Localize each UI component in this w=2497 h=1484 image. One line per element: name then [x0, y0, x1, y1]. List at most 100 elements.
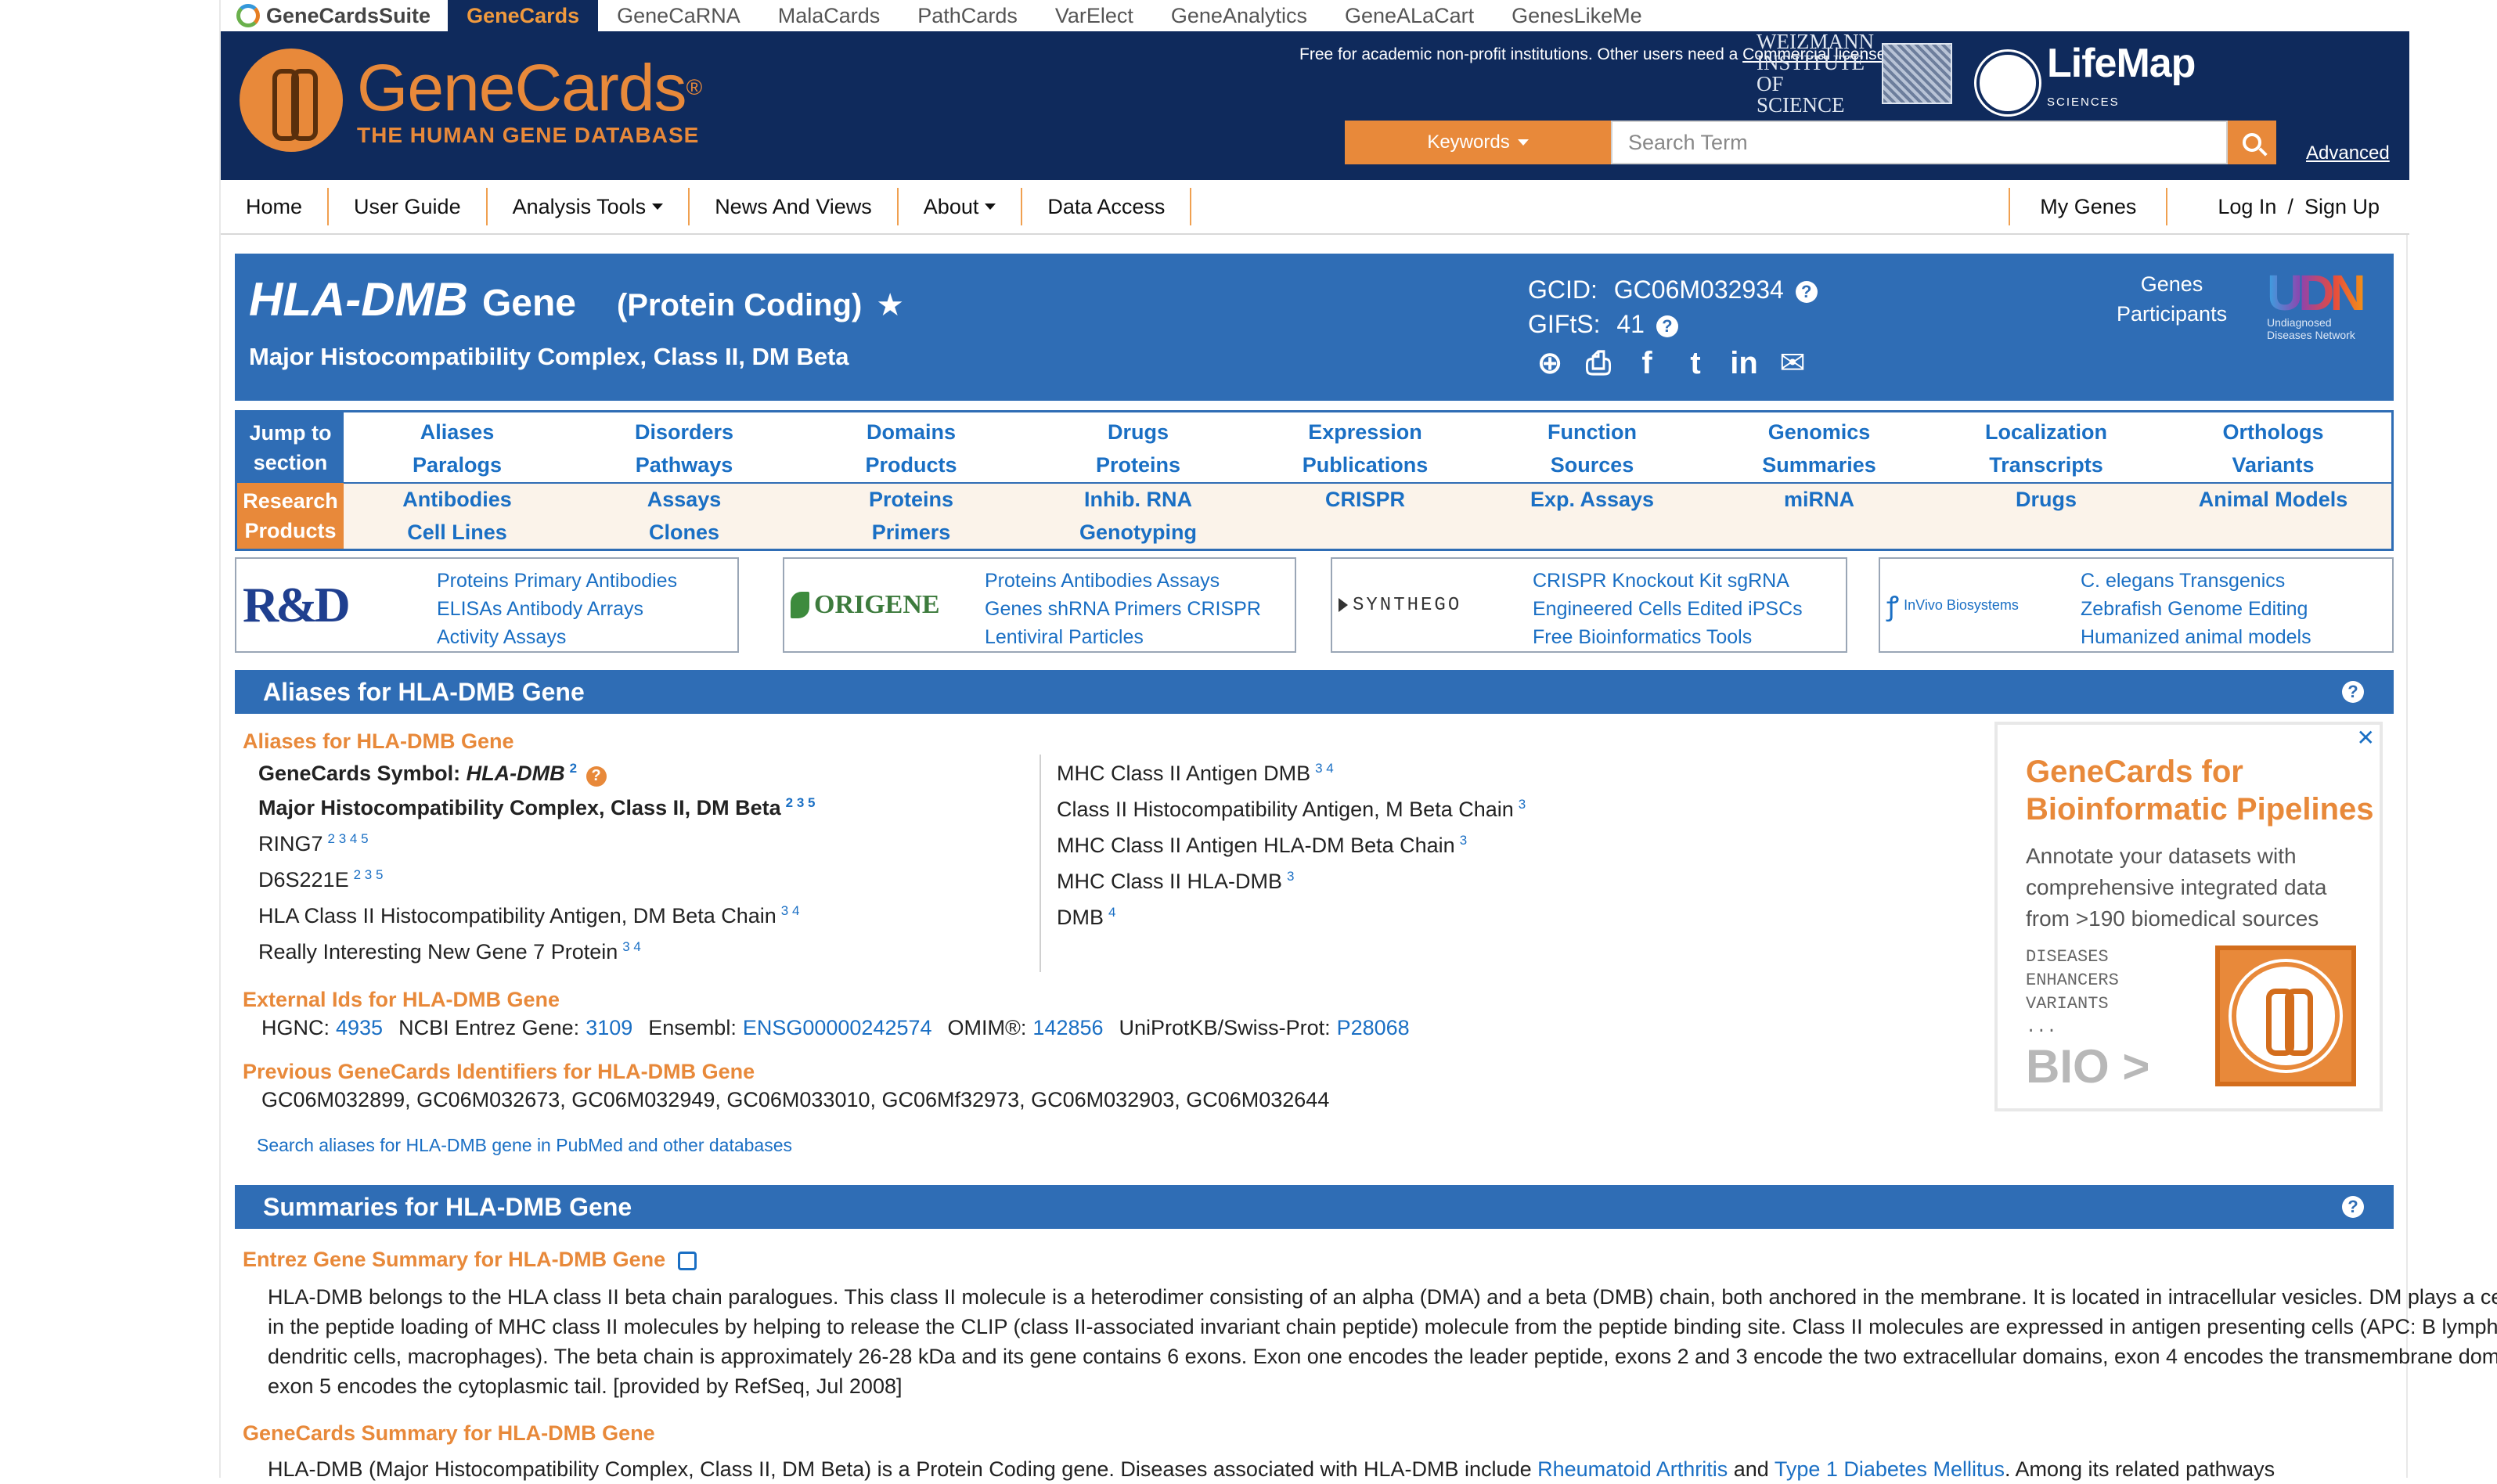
lifemap-logo[interactable]: LifeMap SCIENCES	[1974, 43, 2196, 122]
alias-refs[interactable]: 3	[1460, 833, 1467, 848]
jump-section-link[interactable]: Paralogs	[344, 448, 571, 481]
vendor-link[interactable]: CRISPR Knockout Kit sgRNA	[1533, 567, 1803, 595]
vendor-synthego[interactable]: SYNTHEGO CRISPR Knockout Kit sgRNA Engin…	[1331, 557, 1847, 653]
alias-refs[interactable]: 2 3 5	[786, 795, 816, 810]
jump-section-link[interactable]: Pathways	[571, 448, 798, 481]
search-button[interactable]	[2228, 121, 2276, 164]
search-input[interactable]	[1611, 121, 2228, 164]
suite-logo[interactable]: GeneCardsSuite	[221, 4, 448, 28]
alias-refs[interactable]: 4	[1108, 905, 1115, 920]
jump-section-link[interactable]: Variants	[2160, 448, 2387, 481]
jump-section-link[interactable]: Genomics	[1706, 416, 1933, 448]
genes-participants[interactable]: Genes Participants	[2117, 269, 2227, 329]
research-product-link[interactable]: CRISPR	[1252, 483, 1479, 516]
alias-refs[interactable]: 3 4	[781, 903, 800, 918]
suite-tab-varelect[interactable]: VarElect	[1036, 0, 1152, 31]
vendor-link[interactable]: Proteins Primary Antibodies	[437, 567, 677, 595]
vendor-link[interactable]: Free Bioinformatics Tools	[1533, 623, 1803, 651]
nav-data-access[interactable]: Data Access	[1022, 188, 1192, 225]
vendor-link[interactable]: Genes shRNA Primers CRISPR	[985, 595, 1261, 623]
research-product-link[interactable]: Antibodies	[344, 483, 571, 516]
vendor-rnd[interactable]: R&D Proteins Primary Antibodies ELISAs A…	[235, 557, 739, 653]
suite-tab-geneanalytics[interactable]: GeneAnalytics	[1152, 0, 1326, 31]
jump-section-link[interactable]: Aliases	[344, 416, 571, 448]
nav-user-guide[interactable]: User Guide	[329, 188, 488, 225]
alias-refs[interactable]: 3	[1287, 869, 1294, 884]
alias-refs[interactable]: 2 3 5	[354, 867, 384, 882]
jump-section-link[interactable]: Orthologs	[2160, 416, 2387, 448]
help-icon[interactable]: ?	[2342, 1196, 2364, 1218]
email-icon[interactable]: ✉	[1774, 346, 1811, 380]
add-to-my-genes-icon[interactable]: ⊕	[1531, 346, 1569, 380]
jump-section-link[interactable]: Domains	[798, 416, 1025, 448]
jump-section-link[interactable]: Transcripts	[1933, 448, 2160, 481]
jump-section-link[interactable]: Summaries	[1706, 448, 1933, 481]
entrez-summary-head[interactable]: Entrez Gene Summary for HLA-DMB Gene	[243, 1248, 665, 1271]
jump-section-link[interactable]: Products	[798, 448, 1025, 481]
vendor-invivo[interactable]: ꝭ InVivo Biosystems C. elegans Transgeni…	[1879, 557, 2394, 653]
alias-refs[interactable]: 2 3 4 5	[328, 831, 369, 846]
search-aliases-link[interactable]: Search aliases for HLA-DMB gene in PubMe…	[257, 1135, 792, 1156]
research-product-link[interactable]: Drugs	[1933, 483, 2160, 516]
nav-home[interactable]: Home	[221, 188, 330, 225]
suite-tab-malacards[interactable]: MalaCards	[759, 0, 899, 31]
external-id-link[interactable]: 142856	[1032, 1016, 1103, 1039]
jump-section-link[interactable]: Disorders	[571, 416, 798, 448]
suite-tab-genecarna[interactable]: GeneCaRNA	[598, 0, 759, 31]
ad-bio-link[interactable]: BIO >	[2026, 1039, 2149, 1093]
suite-tab-geneslikeme[interactable]: GenesLikeMe	[1493, 0, 1661, 31]
jump-section-link[interactable]: Expression	[1252, 416, 1479, 448]
research-product-link[interactable]: Primers	[798, 516, 1025, 549]
external-id-link[interactable]: P28068	[1337, 1016, 1410, 1039]
vendor-link[interactable]: Zebrafish Genome Editing	[2081, 595, 2311, 623]
external-id-link[interactable]: 4935	[336, 1016, 383, 1039]
suite-tab-pathcards[interactable]: PathCards	[899, 0, 1036, 31]
vendor-origene[interactable]: ORIGENE Proteins Antibodies Assays Genes…	[783, 557, 1296, 653]
alias-refs[interactable]: 3 4	[622, 939, 641, 954]
jump-section-link[interactable]: Proteins	[1025, 448, 1252, 481]
vendor-link[interactable]: Humanized animal models	[2081, 623, 2311, 651]
jump-section-link[interactable]: Drugs	[1025, 416, 1252, 448]
suite-tab-genealacart[interactable]: GeneALaCart	[1326, 0, 1493, 31]
alias-refs[interactable]: 2	[570, 761, 577, 776]
vendor-link[interactable]: Engineered Cells Edited iPSCs	[1533, 595, 1803, 623]
jump-section-link[interactable]: Sources	[1479, 448, 1706, 481]
bioinformatics-ad[interactable]: ✕ GeneCards for Bioinformatic Pipelines …	[1994, 722, 2383, 1111]
help-icon[interactable]: ?	[1656, 315, 1678, 337]
nav-about[interactable]: About	[899, 188, 1023, 225]
suite-tab-genecards[interactable]: GeneCards	[448, 0, 599, 31]
help-icon[interactable]: ?	[1795, 280, 1818, 303]
sign-up-link[interactable]: Sign Up	[2304, 195, 2380, 219]
summaries-section-header[interactable]: Summaries for HLA-DMB Gene ?	[235, 1185, 2394, 1229]
genecards-logo[interactable]: GeneCards® THE HUMAN GENE DATABASE	[240, 49, 702, 152]
jump-section-link[interactable]: Function	[1479, 416, 1706, 448]
twitter-icon[interactable]: t	[1677, 346, 1714, 380]
research-product-link[interactable]: Inhib. RNA	[1025, 483, 1252, 516]
nav-news-and-views[interactable]: News And Views	[690, 188, 899, 225]
close-ad-icon[interactable]: ✕	[2357, 725, 2375, 751]
research-product-link[interactable]: miRNA	[1706, 483, 1933, 516]
udn-logo[interactable]: UDN Undiagnosed Diseases Network	[2267, 268, 2369, 341]
log-in-link[interactable]: Log In	[2218, 195, 2276, 219]
research-product-link[interactable]: Assays	[571, 483, 798, 516]
alias-refs[interactable]: 3	[1519, 797, 1526, 812]
external-id-link[interactable]: 3109	[586, 1016, 632, 1039]
info-icon[interactable]: ?	[586, 765, 607, 787]
vendor-link[interactable]: C. elegans Transgenics	[2081, 567, 2311, 595]
favorite-star-icon[interactable]: ★	[876, 287, 904, 323]
research-product-link[interactable]: Clones	[571, 516, 798, 549]
research-product-link[interactable]: Cell Lines	[344, 516, 571, 549]
alias-refs[interactable]: 3 4	[1315, 761, 1334, 776]
vendor-link[interactable]: ELISAs Antibody Arrays	[437, 595, 677, 623]
research-product-link[interactable]: Genotyping	[1025, 516, 1252, 549]
research-product-link[interactable]: Proteins	[798, 483, 1025, 516]
advanced-search-link[interactable]: Advanced	[2306, 142, 2390, 164]
vendor-link[interactable]: Activity Assays	[437, 623, 677, 651]
research-product-link[interactable]: Animal Models	[2160, 483, 2387, 516]
nav-my-genes[interactable]: My Genes	[2009, 188, 2166, 225]
print-icon[interactable]: ⎙	[1580, 346, 1617, 380]
jump-section-link[interactable]: Publications	[1252, 448, 1479, 481]
nav-analysis-tools[interactable]: Analysis Tools	[488, 188, 690, 225]
external-link-icon[interactable]	[677, 1251, 697, 1270]
vendor-link[interactable]: Proteins Antibodies Assays	[985, 567, 1261, 595]
